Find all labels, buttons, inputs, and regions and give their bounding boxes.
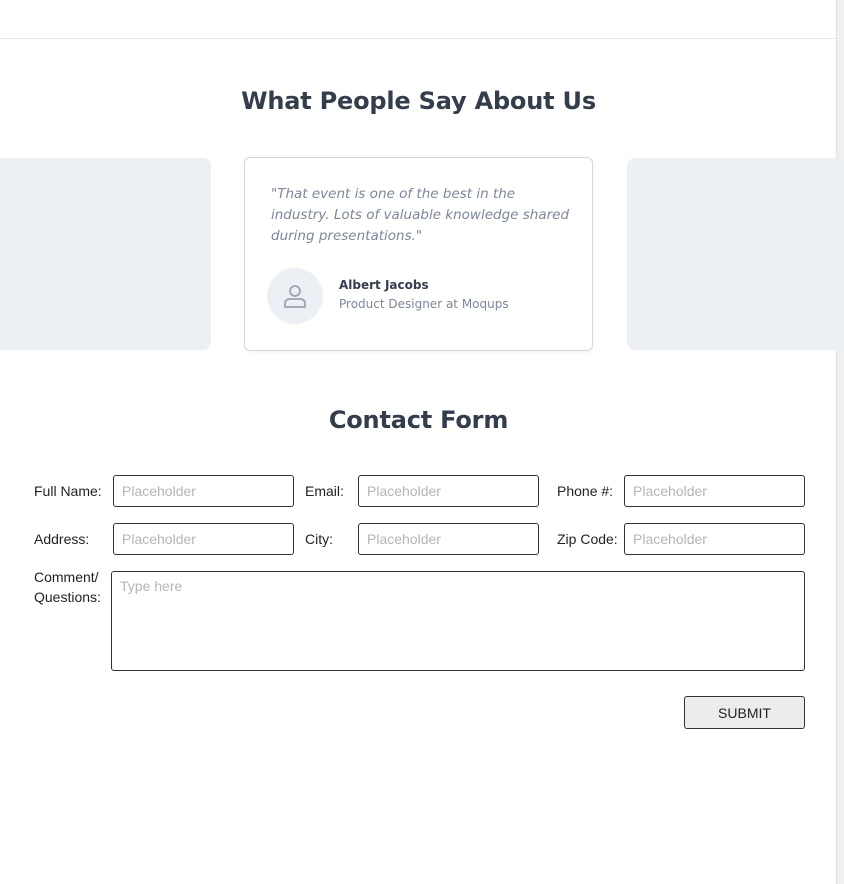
top-header-bar [0, 0, 837, 39]
comment-label-line1: Comment/ [34, 569, 99, 585]
zip-code-label: Zip Code: [557, 531, 618, 547]
author-role: Product Designer at Moqups [339, 297, 509, 311]
phone-label: Phone #: [557, 483, 614, 499]
comment-textarea[interactable] [111, 571, 805, 671]
submit-button[interactable]: SUBMIT [684, 696, 805, 729]
phone-input[interactable] [624, 475, 805, 507]
avatar [267, 268, 323, 324]
vertical-scrollbar[interactable] [836, 0, 844, 884]
address-label: Address: [34, 531, 90, 547]
user-icon [284, 285, 306, 308]
zip-code-input[interactable] [624, 523, 805, 555]
testimonial-card-previous[interactable] [0, 158, 211, 350]
testimonial-card-featured: "That event is one of the best in the in… [244, 157, 593, 351]
city-input[interactable] [358, 523, 539, 555]
full-name-label: Full Name: [34, 483, 102, 499]
comment-label-line2: Questions: [34, 589, 101, 605]
address-input[interactable] [113, 523, 294, 555]
author-name: Albert Jacobs [339, 278, 429, 292]
email-label: Email: [305, 483, 344, 499]
testimonials-title: What People Say About Us [241, 87, 596, 115]
email-input[interactable] [358, 475, 539, 507]
contact-form-title: Contact Form [328, 406, 509, 434]
city-label: City: [305, 531, 333, 547]
testimonial-quote: "That event is one of the best in the in… [271, 186, 570, 244]
full-name-input[interactable] [113, 475, 294, 507]
testimonial-card-next[interactable] [627, 158, 844, 350]
